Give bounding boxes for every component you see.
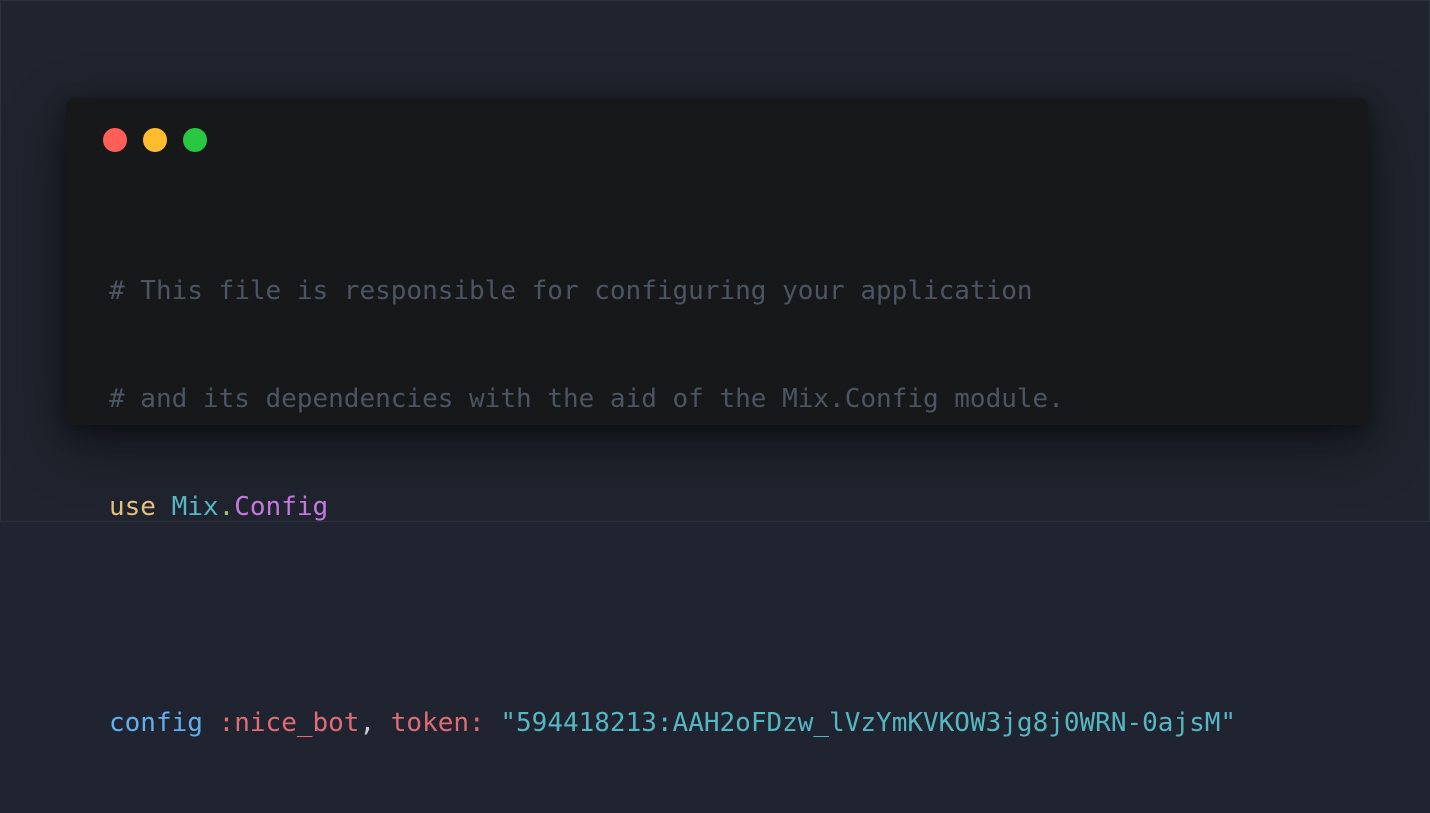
comma: , xyxy=(359,708,376,738)
module-config: Config xyxy=(234,492,329,522)
close-icon[interactable] xyxy=(103,128,127,152)
function-config: config xyxy=(109,708,203,738)
token-key: token: xyxy=(390,708,485,738)
maximize-icon[interactable] xyxy=(183,128,207,152)
module-dot: . xyxy=(218,492,235,522)
code-window: # This file is responsible for configuri… xyxy=(66,98,1368,738)
module-mix: Mix xyxy=(171,492,219,522)
token-string: "594418213:AAH2oFDzw_lVzYmKVKOW3jg8j0WRN… xyxy=(500,708,1237,738)
code-line-5: config :nice_bot, token: "594418213:AAH2… xyxy=(109,705,1236,741)
code-comment-line-1: # This file is responsible for configuri… xyxy=(109,276,1033,306)
background-frame: # This file is responsible for configuri… xyxy=(0,0,1430,738)
code-comment-line-2: # and its dependencies with the aid of t… xyxy=(109,384,1064,414)
atom-nice-bot: :nice_bot xyxy=(218,708,360,738)
minimize-icon[interactable] xyxy=(143,128,167,152)
code-line-3: use Mix.Config xyxy=(109,489,1236,525)
keyword-use: use xyxy=(109,492,156,522)
code-block: # This file is responsible for configuri… xyxy=(109,201,1236,813)
